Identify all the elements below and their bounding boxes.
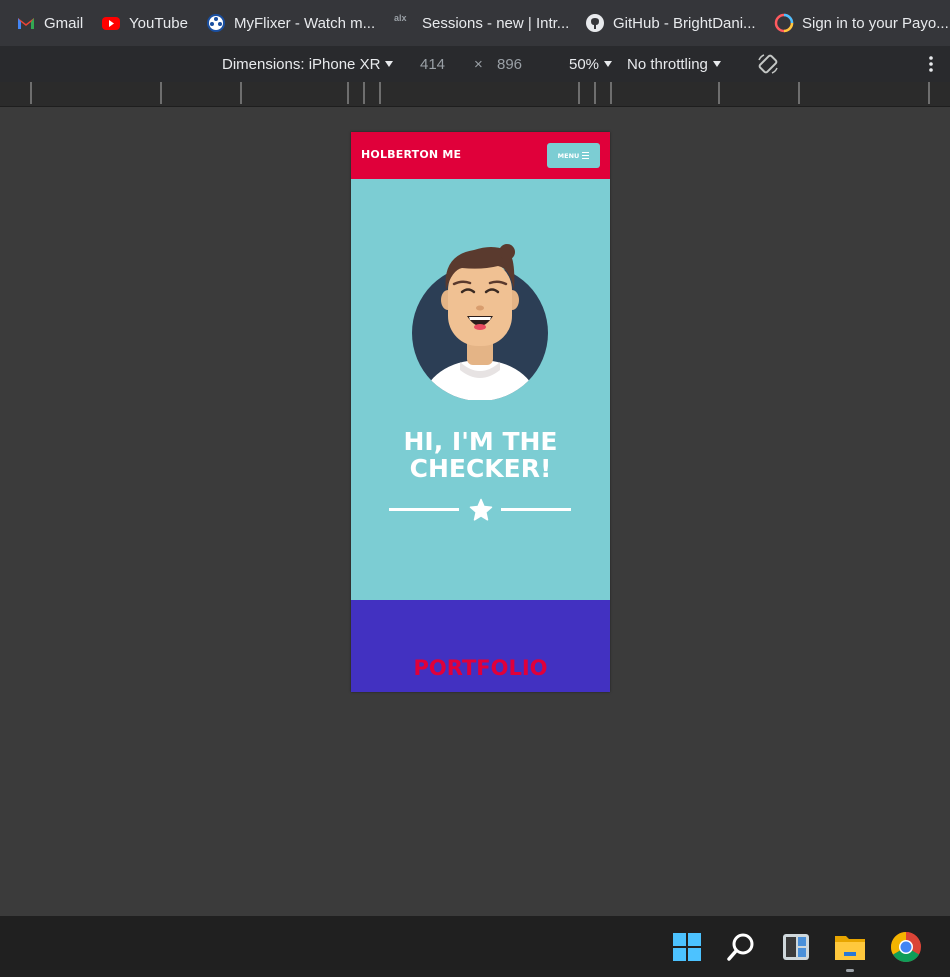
ring-icon xyxy=(774,13,794,33)
ruler-tick xyxy=(718,82,720,104)
bookmark-label: GitHub - BrightDani... xyxy=(613,14,756,32)
ruler-tick xyxy=(30,82,32,104)
device-viewport: HOLBERTON ME MENU HI, I'M THE CHECKER! P… xyxy=(351,132,610,692)
bookmark-youtube[interactable]: YouTube xyxy=(101,0,188,46)
portfolio-title: PORTFOLIO xyxy=(413,656,548,680)
more-options-icon[interactable] xyxy=(928,46,934,82)
chrome-icon[interactable] xyxy=(889,930,923,964)
menu-label: MENU xyxy=(557,151,580,160)
media-query-ruler xyxy=(0,82,950,107)
dimensions-dropdown[interactable]: Dimensions: iPhone XR xyxy=(222,46,394,82)
hamburger-icon xyxy=(582,152,590,159)
bookmark-label: Gmail xyxy=(44,14,84,32)
bookmark-label: Sign in to your Payo... xyxy=(802,14,949,32)
taskbar xyxy=(0,916,950,977)
bookmark-label: Sessions - new | Intr... xyxy=(422,14,570,32)
ruler-tick xyxy=(594,82,596,104)
bookmarks-bar: Gmail YouTube MyFlixer - Watch m... alx … xyxy=(0,0,950,46)
bookmark-label: MyFlixer - Watch m... xyxy=(234,14,376,32)
ruler-tick xyxy=(578,82,580,104)
portfolio-section: PORTFOLIO xyxy=(351,600,610,692)
width-input[interactable]: 414 xyxy=(420,46,445,82)
alx-icon: alx xyxy=(394,13,407,23)
ruler-tick xyxy=(160,82,162,104)
divider-line-right xyxy=(501,508,571,511)
avatar xyxy=(412,240,549,401)
windows-start-icon[interactable] xyxy=(670,930,704,964)
gmail-icon xyxy=(16,13,36,33)
bookmark-myflixer[interactable]: MyFlixer - Watch m... xyxy=(206,0,375,46)
search-icon[interactable] xyxy=(724,930,758,964)
site-header: HOLBERTON ME MENU xyxy=(351,132,610,179)
hero-title-line1: HI, I'M THE xyxy=(403,427,558,456)
height-input[interactable]: 896 xyxy=(497,46,522,82)
bookmark-github[interactable]: GitHub - BrightDani... xyxy=(585,0,756,46)
ruler-tick xyxy=(379,82,381,104)
site-brand[interactable]: HOLBERTON ME xyxy=(361,148,461,161)
file-explorer-icon[interactable] xyxy=(833,930,867,972)
ruler-tick xyxy=(928,82,930,104)
device-toolbar: Dimensions: iPhone XR 414 × 896 50% No t… xyxy=(0,46,950,82)
bookmark-payoneer[interactable]: Sign in to your Payo... xyxy=(774,0,949,46)
rotate-icon[interactable] xyxy=(756,46,780,82)
ruler-tick xyxy=(363,82,365,104)
caret-down-icon xyxy=(385,61,394,67)
menu-button[interactable]: MENU xyxy=(547,143,600,168)
ruler-tick xyxy=(610,82,612,104)
times-sign: × xyxy=(474,55,483,73)
widgets-icon[interactable] xyxy=(779,930,813,964)
youtube-icon xyxy=(101,13,121,33)
ruler-tick xyxy=(240,82,242,104)
bookmark-label: YouTube xyxy=(129,14,188,32)
throttling-dropdown[interactable]: No throttling xyxy=(627,46,721,82)
caret-down-icon xyxy=(712,61,721,67)
bookmark-sessions[interactable]: alx Sessions - new | Intr... xyxy=(394,0,569,46)
hero-title-line2: CHECKER! xyxy=(409,454,552,483)
caret-down-icon xyxy=(604,61,613,67)
active-indicator xyxy=(846,969,854,972)
zoom-dropdown[interactable]: 50% xyxy=(569,46,613,82)
divider-line-left xyxy=(389,508,459,511)
ruler-tick xyxy=(798,82,800,104)
github-icon xyxy=(585,13,605,33)
film-reel-icon xyxy=(206,13,226,33)
bookmark-gmail[interactable]: Gmail xyxy=(16,0,83,46)
hero-title: HI, I'M THE CHECKER! xyxy=(351,428,610,482)
ruler-tick xyxy=(347,82,349,104)
star-icon xyxy=(469,498,493,522)
